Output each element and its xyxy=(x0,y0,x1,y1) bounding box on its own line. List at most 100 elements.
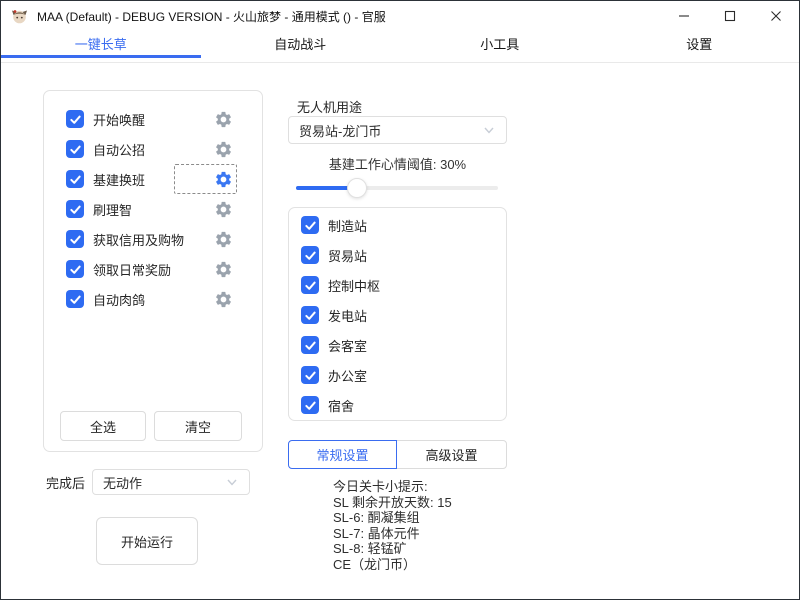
facility-label: 宿舍 xyxy=(328,396,354,415)
task-label: 刷理智 xyxy=(93,200,132,219)
task-settings-gear-button[interactable] xyxy=(184,224,237,254)
task-label: 基建换班 xyxy=(93,170,145,189)
facility-row-manufacturing: 制造站 xyxy=(289,210,506,240)
chevron-down-icon xyxy=(482,123,496,137)
task-settings-gear-button[interactable] xyxy=(174,254,237,284)
slider-thumb[interactable] xyxy=(347,178,367,198)
task-settings-gear-button[interactable] xyxy=(174,194,237,224)
gear-icon xyxy=(214,200,233,219)
task-row-farm-sanity: 刷理智 xyxy=(44,194,262,224)
close-button[interactable] xyxy=(753,1,799,31)
facility-checkbox-control-center[interactable] xyxy=(301,276,319,294)
after-completion-select[interactable]: 无动作 xyxy=(92,469,250,495)
tab-label: 小工具 xyxy=(480,34,519,53)
task-checkbox-farm-sanity[interactable] xyxy=(66,200,84,218)
tip-line: SL-7: 晶体元件 xyxy=(333,526,452,542)
gear-icon xyxy=(214,170,233,189)
facility-label: 办公室 xyxy=(328,366,367,385)
tab-bar: 一键长草 自动战斗 小工具 设置 xyxy=(1,31,799,55)
task-label: 自动肉鸽 xyxy=(93,290,145,309)
tab-auto-combat[interactable]: 自动战斗 xyxy=(201,31,401,55)
window-controls xyxy=(661,1,799,31)
gear-icon xyxy=(214,140,233,159)
facility-label: 发电站 xyxy=(328,306,367,325)
maximize-button[interactable] xyxy=(707,1,753,31)
minimize-button[interactable] xyxy=(661,1,707,31)
tab-label: 一键长草 xyxy=(75,34,127,53)
after-completion-value: 无动作 xyxy=(103,473,142,492)
mood-threshold-slider[interactable] xyxy=(296,178,498,198)
gear-icon xyxy=(214,260,233,279)
drone-usage-select[interactable]: 贸易站-龙门币 xyxy=(288,116,507,144)
title-bar: MAA (Default) - DEBUG VERSION - 火山旅梦 - 通… xyxy=(1,1,799,31)
gear-icon xyxy=(214,290,233,309)
task-row-credit-shopping: 获取信用及购物 xyxy=(44,224,262,254)
facility-label: 会客室 xyxy=(328,336,367,355)
task-label: 自动公招 xyxy=(93,140,145,159)
clear-button[interactable]: 清空 xyxy=(154,411,242,441)
task-checkbox-auto-roguelike[interactable] xyxy=(66,290,84,308)
task-row-wake-up: 开始唤醒 xyxy=(44,104,262,134)
facility-checkbox-trading[interactable] xyxy=(301,246,319,264)
tip-line: SL 剩余开放天数: 15 xyxy=(333,495,452,511)
task-checkbox-credit-shopping[interactable] xyxy=(66,230,84,248)
facility-label: 制造站 xyxy=(328,216,367,235)
facility-label: 贸易站 xyxy=(328,246,367,265)
task-checkbox-daily-rewards[interactable] xyxy=(66,260,84,278)
maximize-icon xyxy=(724,10,736,22)
task-checkbox-auto-recruit[interactable] xyxy=(66,140,84,158)
facility-checkbox-power[interactable] xyxy=(301,306,319,324)
task-settings-gear-button[interactable] xyxy=(174,104,237,134)
task-settings-gear-button-focused[interactable] xyxy=(174,164,237,194)
stage-tips-block: 今日关卡小提示: SL 剩余开放天数: 15 SL-6: 酮凝集组 SL-7: … xyxy=(333,479,452,573)
tip-line: CE（龙门币） xyxy=(333,557,452,573)
facility-row-office: 办公室 xyxy=(289,360,506,390)
gear-icon xyxy=(214,110,233,129)
task-label: 获取信用及购物 xyxy=(93,230,184,249)
mood-threshold-label: 基建工作心情阈值: 30% xyxy=(288,154,507,173)
facility-panel: 制造站 贸易站 控制中枢 发电站 会客室 xyxy=(288,207,507,421)
infrast-column: 无人机用途 贸易站-龙门币 基建工作心情阈值: 30% 制造站 贸易站 xyxy=(288,63,507,600)
window-title: MAA (Default) - DEBUG VERSION - 火山旅梦 - 通… xyxy=(37,8,386,25)
tip-line: SL-6: 酮凝集组 xyxy=(333,510,452,526)
task-row-auto-roguelike: 自动肉鸽 xyxy=(44,284,262,314)
close-icon xyxy=(770,10,782,22)
app-logo-icon xyxy=(11,8,28,25)
tip-line: 今日关卡小提示: xyxy=(333,479,452,495)
task-settings-gear-button[interactable] xyxy=(174,284,237,314)
general-settings-button[interactable]: 常规设置 xyxy=(288,440,397,469)
drone-usage-value: 贸易站-龙门币 xyxy=(299,121,381,140)
select-all-button[interactable]: 全选 xyxy=(60,411,146,441)
facility-checkbox-reception[interactable] xyxy=(301,336,319,354)
facility-checkbox-dormitory[interactable] xyxy=(301,396,319,414)
task-checkbox-base-shift[interactable] xyxy=(66,170,84,188)
task-label: 领取日常奖励 xyxy=(93,260,171,279)
task-row-auto-recruit: 自动公招 xyxy=(44,134,262,164)
advanced-settings-button[interactable]: 高级设置 xyxy=(396,440,507,469)
task-row-daily-rewards: 领取日常奖励 xyxy=(44,254,262,284)
tip-line: SL-8: 轻锰矿 xyxy=(333,541,452,557)
tab-small-tools[interactable]: 小工具 xyxy=(400,31,600,55)
tab-settings[interactable]: 设置 xyxy=(600,31,800,55)
task-checkbox-wake-up[interactable] xyxy=(66,110,84,128)
task-settings-gear-button[interactable] xyxy=(174,134,237,164)
task-row-base-shift: 基建换班 xyxy=(44,164,262,194)
drone-usage-label: 无人机用途 xyxy=(297,97,362,116)
task-list-panel: 开始唤醒 自动公招 基建换班 刷理智 获取信用及购物 xyxy=(43,90,263,452)
facility-checkbox-manufacturing[interactable] xyxy=(301,216,319,234)
gear-icon xyxy=(214,230,233,249)
chevron-down-icon xyxy=(225,475,239,489)
minimize-icon xyxy=(678,10,690,22)
main-content: 开始唤醒 自动公招 基建换班 刷理智 获取信用及购物 xyxy=(1,62,799,599)
start-run-button[interactable]: 开始运行 xyxy=(96,517,198,565)
tab-label: 自动战斗 xyxy=(274,34,326,53)
after-completion-row: 完成后 无动作 xyxy=(46,469,250,495)
after-completion-label: 完成后 xyxy=(46,473,85,492)
facility-checkbox-office[interactable] xyxy=(301,366,319,384)
tab-onekey-farming[interactable]: 一键长草 xyxy=(1,31,201,55)
app-window: MAA (Default) - DEBUG VERSION - 火山旅梦 - 通… xyxy=(0,0,800,600)
facility-row-control-center: 控制中枢 xyxy=(289,270,506,300)
tab-label: 设置 xyxy=(686,34,712,53)
facility-row-reception: 会客室 xyxy=(289,330,506,360)
facility-label: 控制中枢 xyxy=(328,276,380,295)
